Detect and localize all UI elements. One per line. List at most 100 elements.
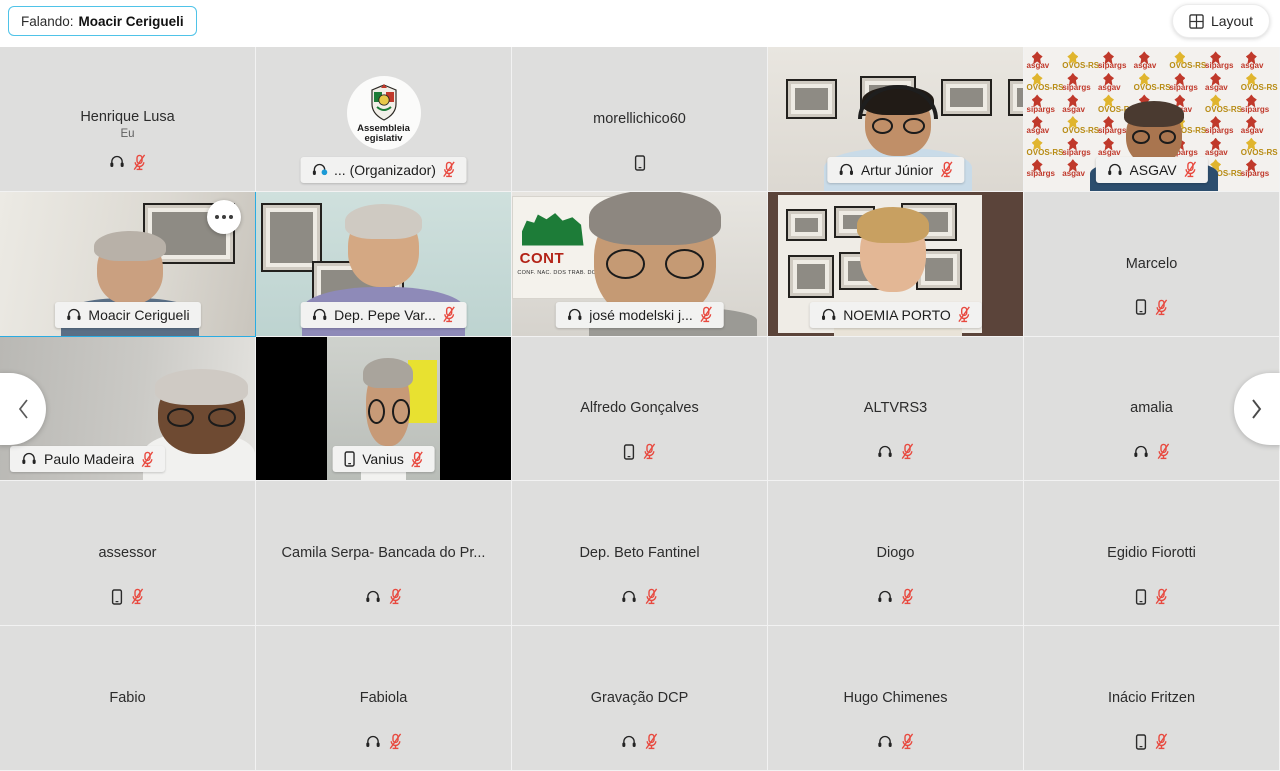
- participant-name-label: josé modelski j...: [589, 306, 693, 323]
- participant-name-plate: ... (Organizador): [300, 156, 467, 183]
- participant-name-plate: Paulo Madeira: [10, 446, 166, 473]
- participant-status-icons: [0, 588, 255, 605]
- headset-icon: [621, 734, 637, 750]
- speaking-name-label: Moacir Cerigueli: [78, 13, 184, 29]
- participant-tile[interactable]: Camila Serpa- Bancada do Pr...: [256, 481, 512, 627]
- participant-name-label: Artur Júnior: [860, 161, 934, 178]
- mic-muted-icon: [133, 154, 146, 171]
- participant-name-label: Henrique Lusa: [80, 108, 175, 125]
- participant-tile[interactable]: Fabiola: [256, 626, 512, 771]
- phone-icon: [1135, 588, 1147, 605]
- headset-icon: [1106, 162, 1122, 178]
- participant-tile[interactable]: assessor: [0, 481, 256, 627]
- headset-icon: [109, 154, 125, 170]
- participant-tile[interactable]: Henrique Lusa Eu: [0, 47, 256, 192]
- mic-muted-icon: [443, 306, 456, 323]
- participant-name-label: Diogo: [876, 545, 915, 562]
- headset-icon: [365, 734, 381, 750]
- participant-tile[interactable]: Diogo: [768, 481, 1024, 627]
- participant-status-icons: [512, 733, 767, 750]
- headset-icon: [365, 589, 381, 605]
- mic-muted-icon: [1184, 161, 1197, 178]
- mic-muted-icon: [901, 443, 914, 460]
- mic-muted-icon: [443, 161, 456, 178]
- participant-status-icons: [512, 443, 767, 460]
- video-conference-window: Falando: Moacir Cerigueli Layout Henriqu…: [0, 0, 1280, 771]
- participant-tile[interactable]: ALTVRS3: [768, 336, 1024, 482]
- headset-icon: [877, 589, 893, 605]
- headset-icon: [566, 307, 582, 323]
- layout-button[interactable]: Layout: [1171, 4, 1270, 38]
- mic-muted-icon: [901, 588, 914, 605]
- participant-name-label: Vanius: [362, 451, 404, 468]
- participant-tile[interactable]: Fabio: [0, 626, 256, 771]
- participant-tile[interactable]: asgav OVOS-RS sipargs asgav OVOS-RS sipargs as…: [1024, 47, 1280, 192]
- participant-name-label: Inácio Fritzen: [1107, 690, 1196, 707]
- mic-muted-icon: [1155, 733, 1168, 750]
- participant-name-label: Dep. Pepe Var...: [334, 306, 436, 323]
- participant-name-label: assessor: [98, 545, 157, 562]
- participant-name-plate: Dep. Pepe Var...: [300, 301, 467, 328]
- participant-name-label: Dep. Beto Fantinel: [579, 545, 700, 562]
- participant-name-label: NOEMIA PORTO: [843, 306, 951, 323]
- participant-name-plate: Moacir Cerigueli: [54, 301, 201, 328]
- participant-tile[interactable]: NOEMIA PORTO: [768, 191, 1024, 337]
- phone-icon: [1135, 733, 1147, 750]
- participant-tile[interactable]: Artur Júnior: [768, 47, 1024, 192]
- participant-tile[interactable]: CONT CONF. NAC. DOS TRAB. DO SETOR josé mo…: [512, 191, 768, 337]
- mic-muted-icon: [131, 588, 144, 605]
- participant-name-label: Gravação DCP: [590, 690, 689, 707]
- participant-name-plate: NOEMIA PORTO: [809, 301, 982, 328]
- mic-muted-icon: [700, 306, 713, 323]
- chevron-left-icon: [16, 396, 32, 422]
- phone-icon: [634, 155, 646, 171]
- headset-icon: [1133, 444, 1149, 460]
- participant-tile[interactable]: Dep. Pepe Var...: [256, 191, 512, 337]
- mic-muted-icon: [389, 588, 402, 605]
- participant-name-plate: Artur Júnior: [826, 156, 965, 183]
- participant-status-icons: [768, 733, 1023, 750]
- headset-icon: [877, 734, 893, 750]
- participant-tile[interactable]: Marcelo: [1024, 191, 1280, 337]
- participant-name-label: Camila Serpa- Bancada do Pr...: [281, 545, 486, 562]
- participant-status-icons: [256, 733, 511, 750]
- mic-muted-icon: [645, 588, 658, 605]
- participant-tile[interactable]: Inácio Fritzen: [1024, 626, 1280, 771]
- participant-tile[interactable]: Moacir Cerigueli: [0, 191, 256, 337]
- participant-name-label: Moacir Cerigueli: [88, 306, 190, 323]
- participant-tile[interactable]: Alfredo Gonçalves: [512, 336, 768, 482]
- participant-tile[interactable]: Egidio Fiorotti: [1024, 481, 1280, 627]
- participant-status-icons: [1024, 299, 1279, 316]
- participant-name-label: Fabiola: [359, 690, 408, 707]
- participant-name-label: ALTVRS3: [863, 400, 928, 417]
- mic-muted-icon: [940, 161, 953, 178]
- headset-icon: [21, 451, 37, 467]
- phone-icon: [1135, 299, 1147, 315]
- participant-tile[interactable]: Dep. Beto Fantinel: [512, 481, 768, 627]
- phone-icon: [111, 588, 123, 605]
- participant-name-label: ASGAV: [1129, 161, 1177, 178]
- participant-status-icons: [512, 155, 767, 171]
- participant-tile[interactable]: Vanius: [256, 336, 512, 482]
- participant-name-label: Marcelo: [1125, 255, 1178, 272]
- more-options-icon[interactable]: [207, 199, 241, 234]
- participant-tile[interactable]: Hugo Chimenes: [768, 626, 1024, 771]
- participant-tile[interactable]: morellichico60: [512, 47, 768, 192]
- participant-status-icons: [1024, 733, 1279, 750]
- mic-muted-icon: [958, 306, 971, 323]
- participant-name-label: morellichico60: [593, 110, 686, 127]
- participant-status-icons: [256, 588, 511, 605]
- participant-name-label: Alfredo Gonçalves: [580, 400, 699, 417]
- participant-name-label: Fabio: [109, 690, 146, 707]
- participant-status-icons: [768, 443, 1023, 460]
- participant-name-plate: Vanius: [332, 446, 435, 473]
- mic-muted-icon: [389, 733, 402, 750]
- headset-icon: [820, 307, 836, 323]
- participant-status-icons: [0, 154, 255, 171]
- headset-icon: [877, 444, 893, 460]
- mic-muted-icon: [411, 451, 424, 468]
- participant-tile[interactable]: Assembleia egislativ ... (Organizador): [256, 47, 512, 192]
- participant-status-icons: [512, 588, 767, 605]
- mic-muted-icon: [1155, 588, 1168, 605]
- participant-tile[interactable]: Gravação DCP: [512, 626, 768, 771]
